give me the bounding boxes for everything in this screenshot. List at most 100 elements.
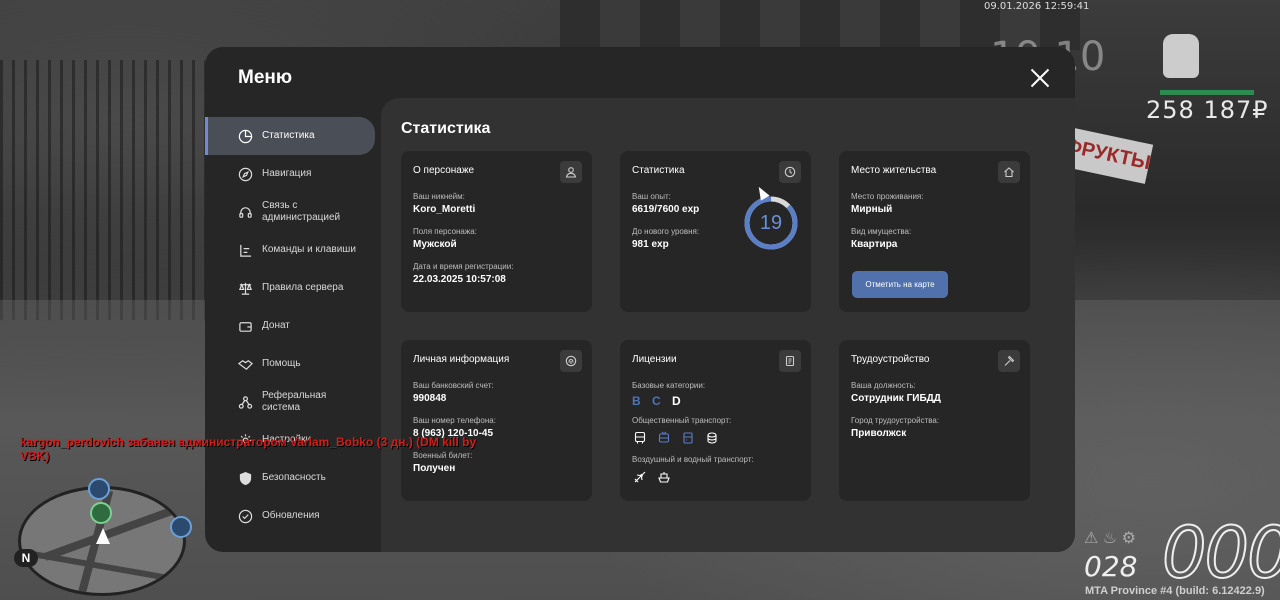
sidebar-item-updates[interactable]: Обновления <box>205 497 375 535</box>
gender-value: Мужской <box>413 239 457 250</box>
property-value: Квартира <box>851 239 898 250</box>
phone-label: Ваш номер телефона: <box>413 416 496 425</box>
plane-icon <box>632 469 647 484</box>
sidebar-item-label: Донат <box>262 320 290 331</box>
menu-title: Меню <box>238 67 293 88</box>
character-card: О персонаже Ваш никнейм: Koro_Moretti По… <box>401 151 592 312</box>
bank-value: 990848 <box>413 393 447 404</box>
nickname-value: Koro_Moretti <box>413 204 476 215</box>
base-categories-label: Базовые категории: <box>632 381 706 390</box>
city-value: Приволжск <box>851 428 907 439</box>
sidebar-item-label: Помощь <box>262 358 301 369</box>
residence-card: Место жительства Место проживания: Мирны… <box>839 151 1030 312</box>
sidebar-item-label: Правила сервера <box>262 282 344 293</box>
player-arrow-icon <box>96 528 110 544</box>
sidebar-item-label: Статистика <box>262 130 315 141</box>
sidebar-item-donate[interactable]: Донат <box>205 307 375 345</box>
sidebar-item-label: Команды и клавиши <box>262 244 356 255</box>
referral-icon <box>237 394 253 410</box>
hud-fuel: 028 <box>1084 550 1138 583</box>
registration-value: 22.03.2025 10:57:08 <box>413 274 506 285</box>
clock-icon <box>779 161 801 183</box>
headset-icon <box>237 204 253 220</box>
property-label: Вид имущества: <box>851 227 912 236</box>
sidebar: Статистика Навигация Связь с администрац… <box>205 117 375 535</box>
hud-datetime: 09.01.2026 12:59:41 <box>984 1 1090 12</box>
health-bar <box>1160 90 1254 95</box>
place-value: Мирный <box>851 204 893 215</box>
chat-message: kargon_perdovich забанен администратором… <box>20 435 477 463</box>
bus-icon <box>632 430 647 445</box>
minimap-marker-icon <box>90 502 112 524</box>
air-water-transport-label: Воздушный и водный транспорт: <box>632 455 754 464</box>
compass-icon <box>237 166 253 182</box>
hud-speedometer: 000 <box>1161 511 1280 595</box>
scales-icon <box>237 280 253 296</box>
stats-content: Статистика О персонаже Ваш никнейм: Koro… <box>381 98 1075 552</box>
keyboard-icon <box>237 242 253 258</box>
personal-info-card: Личная информация Ваш банковский счет: 9… <box>401 340 592 501</box>
employment-card: Трудоустройство Ваша должность: Сотрудни… <box>839 340 1030 501</box>
sidebar-item-rules[interactable]: Правила сервера <box>205 269 375 307</box>
card-title: Статистика <box>632 165 685 176</box>
sidebar-item-navigation[interactable]: Навигация <box>205 155 375 193</box>
vehicle-status-icons: ⚠ ♨ ⚙ <box>1084 530 1136 547</box>
minimap-marker-icon <box>88 478 110 500</box>
public-transport-label: Общественный транспорт: <box>632 416 732 425</box>
sidebar-item-label: Безопасность <box>262 472 326 483</box>
north-icon: N <box>14 549 38 567</box>
hammer-icon <box>998 350 1020 372</box>
sidebar-item-security[interactable]: Безопасность <box>205 459 375 497</box>
page-title: Статистика <box>401 120 491 137</box>
handshake-icon <box>237 356 253 372</box>
city-label: Город трудоустройства: <box>851 416 940 425</box>
boat-icon <box>656 469 671 484</box>
card-title: Личная информация <box>413 354 510 365</box>
nickname-label: Ваш никнейм: <box>413 192 465 201</box>
sidebar-item-help[interactable]: Помощь <box>205 345 375 383</box>
menu-panel: Меню Статистика Навигация Связь с админи… <box>205 47 1075 552</box>
fingerprint-icon <box>560 350 582 372</box>
registration-label: Дата и время регистрации: <box>413 262 514 271</box>
background-fence <box>0 60 205 320</box>
license-categories: B C D <box>632 394 799 408</box>
license-category-c: C <box>652 394 665 408</box>
bank-label: Ваш банковский счет: <box>413 381 494 390</box>
home-icon <box>998 161 1020 183</box>
sidebar-item-statistics[interactable]: Статистика <box>205 117 375 155</box>
pie-chart-icon <box>237 128 253 144</box>
mark-on-map-button[interactable]: Отметить на карте <box>852 271 948 298</box>
statistics-card: Статистика Ваш опыт: 6619/7600 exp До но… <box>620 151 811 312</box>
trolleybus-icon <box>656 430 671 445</box>
hud-money: 258 187₽ <box>1146 96 1269 124</box>
build-info: MTA Province #4 (build: 6.12422.9) <box>1085 585 1265 597</box>
sidebar-item-label: Обновления <box>262 510 320 521</box>
close-button[interactable] <box>1028 66 1052 90</box>
tram-icon <box>680 430 695 445</box>
place-label: Место проживания: <box>851 192 924 201</box>
card-title: Место жительства <box>851 165 937 176</box>
sidebar-item-admin-contact[interactable]: Связь с администрацией <box>205 193 375 231</box>
sidebar-item-label: Связь с администрацией <box>262 200 341 223</box>
position-label: Ваша должность: <box>851 381 916 390</box>
military-value: Получен <box>413 463 456 474</box>
shield-icon <box>237 470 253 486</box>
sidebar-item-commands[interactable]: Команды и клавиши <box>205 231 375 269</box>
metro-icon <box>704 430 719 445</box>
license-category-b: B <box>632 394 645 408</box>
sidebar-item-label: Навигация <box>262 168 312 179</box>
licenses-card: Лицензии Базовые категории: B C D Общест… <box>620 340 811 501</box>
user-icon <box>560 161 582 183</box>
wallet-icon <box>237 318 253 334</box>
sidebar-item-label: Реферальная система <box>262 390 327 413</box>
card-title: О персонаже <box>413 165 475 176</box>
card-title: Трудоустройство <box>851 354 930 365</box>
sidebar-item-referral[interactable]: Реферальная система <box>205 383 375 421</box>
gender-label: Поля персонажа: <box>413 227 477 236</box>
position-value: Сотрудник ГИБДД <box>851 393 941 404</box>
level-number: 19 <box>759 212 783 234</box>
card-title: Лицензии <box>632 354 677 365</box>
minimap-marker-icon <box>170 516 192 538</box>
license-icon <box>779 350 801 372</box>
fist-weapon-icon <box>1163 34 1199 78</box>
